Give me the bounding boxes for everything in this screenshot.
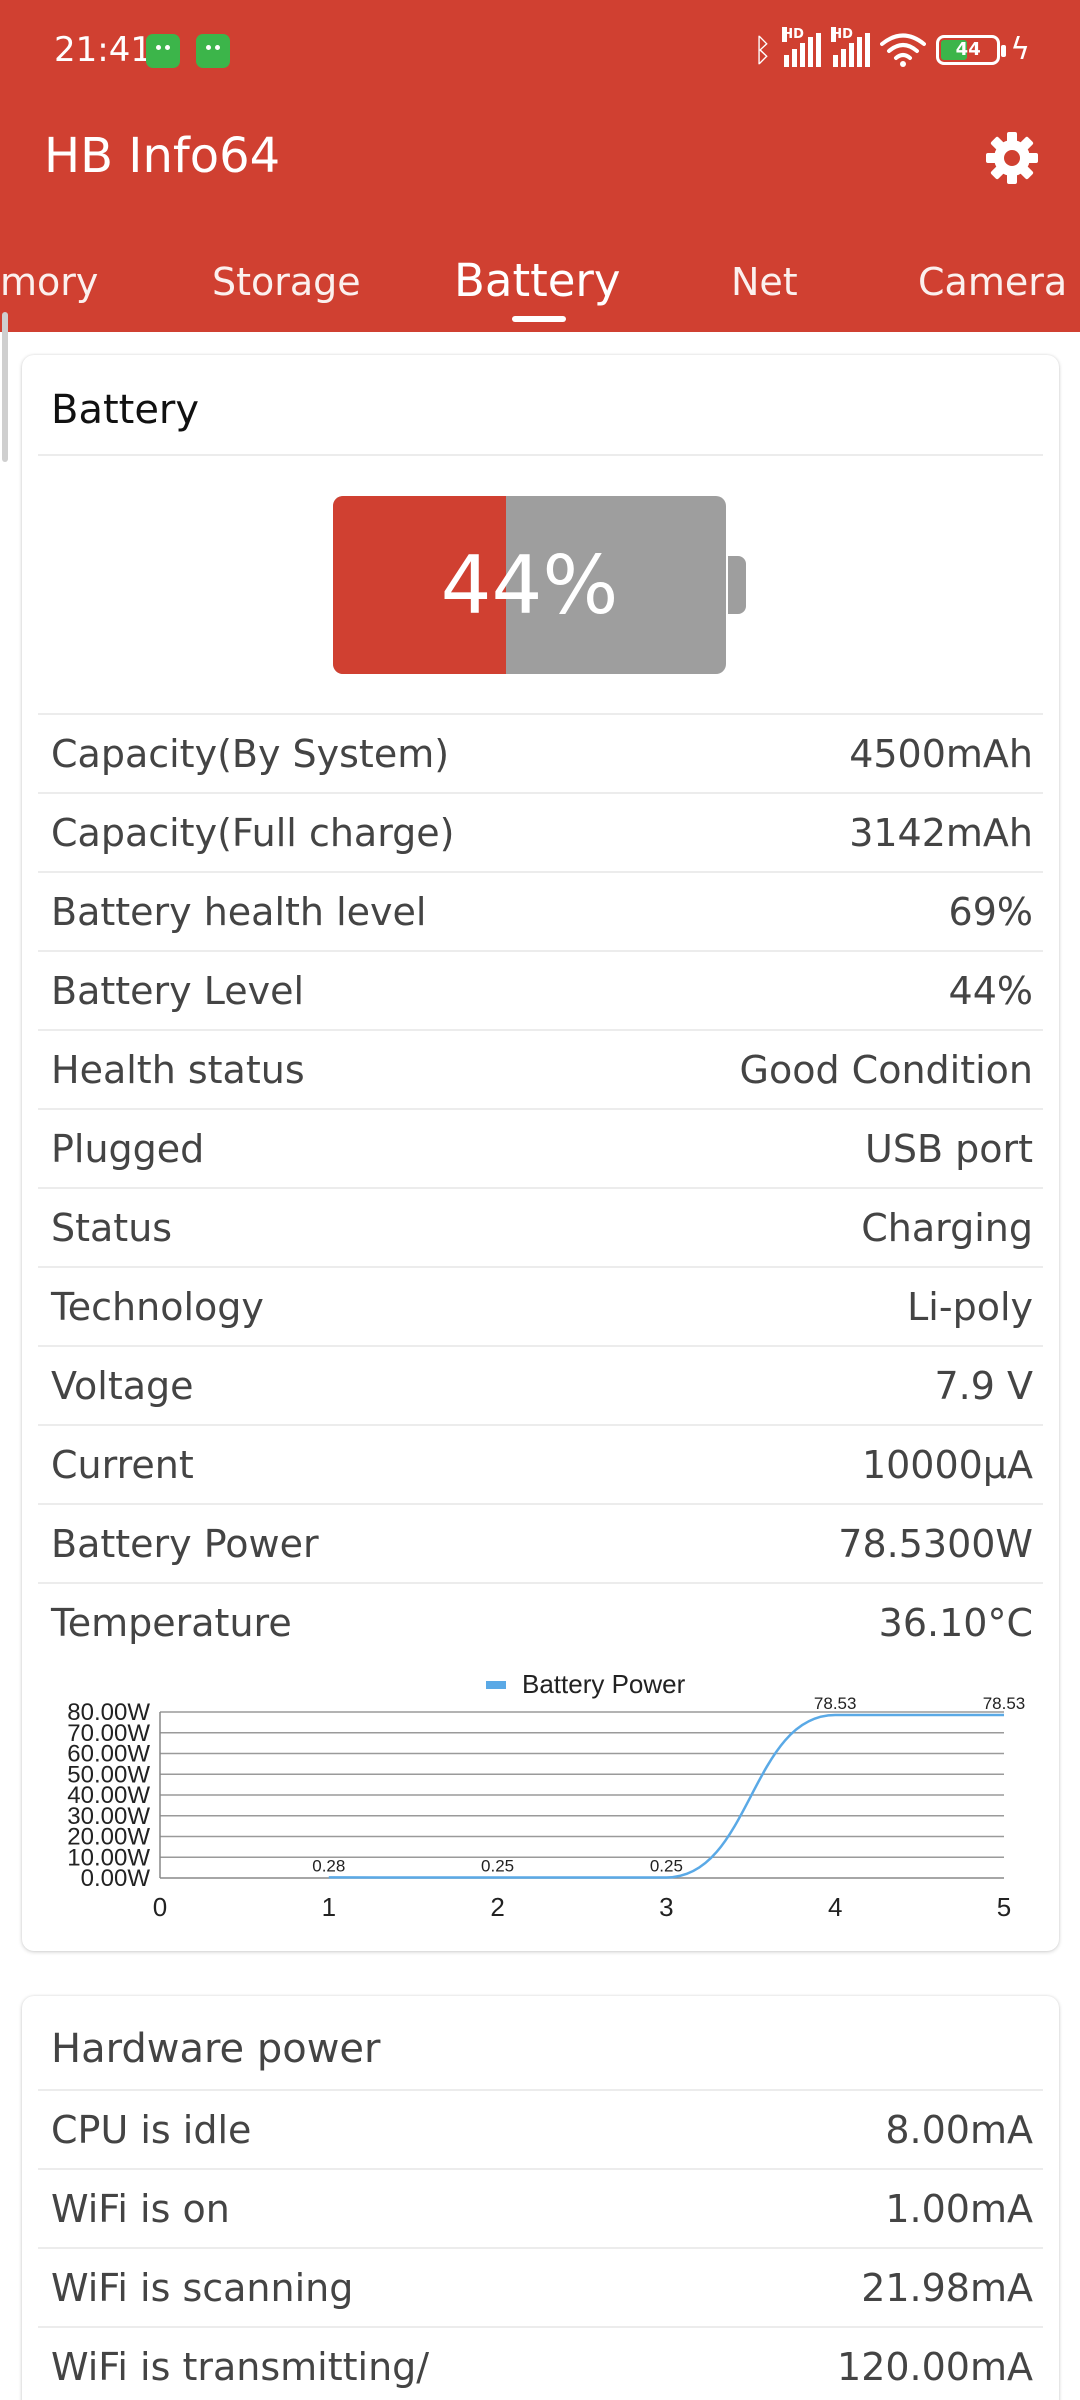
y-tick-label: 80.00W [67, 1699, 150, 1726]
bluetooth-icon: ᛒ [753, 31, 773, 69]
info-row-label: Current [51, 1443, 194, 1487]
battery-card-title: Battery [51, 387, 200, 433]
info-row: Plugged USB port [38, 1109, 1043, 1188]
info-row-value: 69% [948, 890, 1033, 934]
data-label: 0.25 [481, 1856, 514, 1875]
info-row-value: Li-poly [907, 1285, 1033, 1329]
info-row-value: 8.00mA [885, 2108, 1033, 2152]
info-row-label: Status [51, 1206, 173, 1250]
info-row: Capacity(By System) 4500mAh [38, 714, 1043, 793]
signal-hd-label: HD [782, 27, 804, 42]
legend-label: Battery Power [522, 1671, 686, 1699]
tab-memory[interactable]: mory [0, 260, 98, 304]
battery-terminal [728, 556, 746, 614]
info-row-value: 36.10°C [878, 1601, 1033, 1645]
tab-camera[interactable]: Camera [918, 260, 1067, 304]
info-row-label: Voltage [51, 1364, 194, 1408]
x-tick-label: 1 [322, 1892, 336, 1922]
battery-status-level: 44 [955, 39, 981, 60]
notification-app-icon [146, 34, 180, 68]
info-row: WiFi is scanning 21.98mA [38, 2248, 1043, 2327]
signal-hd-label: HD [831, 27, 853, 42]
info-row-label: CPU is idle [51, 2108, 252, 2152]
info-row-label: Capacity(By System) [51, 732, 450, 776]
data-label: 78.53 [814, 1694, 857, 1713]
hardware-power-card: Hardware power CPU is idle 8.00mA WiFi is … [22, 1996, 1059, 2400]
info-row: WiFi is transmitting/120.00mA [38, 2327, 1043, 2400]
divider [38, 454, 1043, 456]
info-row-value: 1.00mA [885, 2187, 1033, 2231]
info-row-value: 3142mAh [849, 811, 1033, 855]
x-tick-label: 3 [659, 1892, 673, 1922]
data-label: 0.25 [650, 1856, 683, 1875]
app-title: HB Info64 [44, 128, 281, 184]
info-row-value: 21.98mA [861, 2266, 1033, 2310]
info-row: Status Charging [38, 1188, 1043, 1267]
info-row-label: Battery Level [51, 969, 305, 1013]
x-tick-label: 4 [828, 1892, 842, 1922]
notification-app-icon [196, 34, 230, 68]
info-row: Battery Level 44% [38, 951, 1043, 1030]
data-label: 78.53 [983, 1694, 1026, 1713]
battery-level-percent: 44% [440, 538, 619, 632]
legend-swatch [486, 1681, 506, 1689]
info-row: Voltage 7.9 V [38, 1346, 1043, 1425]
info-row-label: WiFi is transmitting/ [51, 2345, 430, 2389]
scrollbar[interactable] [2, 312, 8, 462]
tab-net[interactable]: Net [731, 260, 798, 304]
tab-battery[interactable]: Battery [454, 254, 621, 307]
info-row-label: Technology [51, 1285, 264, 1329]
info-row: Capacity(Full charge) 3142mAh [38, 793, 1043, 872]
hardware-card-title: Hardware power [51, 2026, 381, 2072]
info-row: Health status Good Condition [38, 1030, 1043, 1109]
info-row: CPU is idle 8.00mA [38, 2090, 1043, 2169]
status-icons: ᛒ HD HD 44 ϟ [753, 27, 1030, 72]
battery-power-chart: 0.00W10.00W20.00W30.00W40.00W50.00W60.00… [67, 1671, 1026, 1922]
info-row: WiFi is on 1.00mA [38, 2169, 1043, 2248]
signal-icon: HD [831, 27, 871, 67]
info-row: Current 10000μA [38, 1425, 1043, 1504]
info-row-value: 10000μA [861, 1443, 1033, 1487]
series-line-battery-power [328, 1713, 1004, 1879]
info-row-value: 44% [948, 969, 1033, 1013]
info-row-value: 78.5300W [838, 1522, 1033, 1566]
x-tick-label: 5 [997, 1892, 1011, 1922]
info-row-label: Battery health level [51, 890, 427, 934]
info-row-value: 4500mAh [849, 732, 1033, 776]
status-bar: 21:41 ᛒ HD HD 44 ϟ [0, 0, 1080, 100]
settings-gear-icon[interactable] [984, 130, 1040, 186]
x-tick-label: 0 [153, 1892, 167, 1922]
tab-indicator [512, 316, 566, 322]
info-row-label: Health status [51, 1048, 305, 1092]
charging-bolt-icon: ϟ [1010, 32, 1030, 67]
signal-icon: HD [782, 27, 822, 67]
info-row-value: USB port [865, 1127, 1033, 1171]
tab-bar: mory Storage Battery Net Camera [0, 250, 1080, 332]
battery-status-icon: 44 [936, 35, 1007, 65]
info-row-value: Good Condition [739, 1048, 1033, 1092]
x-tick-label: 2 [490, 1892, 504, 1922]
info-row: Temperature 36.10°C [38, 1583, 1043, 1662]
info-row-label: WiFi is on [51, 2187, 230, 2231]
info-row: Battery Power 78.5300W [38, 1504, 1043, 1583]
info-row-label: Battery Power [51, 1522, 319, 1566]
info-row-label: Temperature [51, 1601, 292, 1645]
info-row-label: Plugged [51, 1127, 205, 1171]
info-row: Battery health level 69% [38, 872, 1043, 951]
data-label: 0.28 [312, 1856, 345, 1875]
info-row: Technology Li-poly [38, 1267, 1043, 1346]
info-row-value: 7.9 V [934, 1364, 1033, 1408]
info-row-value: 120.00mA [837, 2345, 1033, 2389]
tab-storage[interactable]: Storage [212, 260, 361, 304]
wifi-icon [880, 33, 927, 67]
info-row-value: Charging [861, 1206, 1033, 1250]
battery-level-graphic: 44% [333, 496, 726, 674]
info-row-label: Capacity(Full charge) [51, 811, 455, 855]
app-bar: 21:41 ᛒ HD HD 44 ϟ HB Info64 mory Storag… [0, 0, 1080, 332]
status-time: 21:41 [54, 30, 152, 70]
info-row-label: WiFi is scanning [51, 2266, 354, 2310]
battery-card: Battery 44% Capacity(By System) 4500mAh Ca… [22, 355, 1059, 1951]
